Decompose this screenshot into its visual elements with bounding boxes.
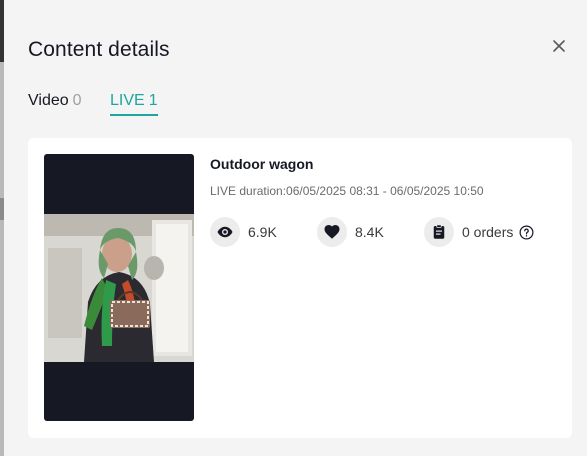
stat-likes-value: 8.4K — [355, 224, 384, 240]
close-button[interactable] — [549, 36, 569, 56]
tab-live-count: 1 — [148, 92, 158, 109]
tab-video[interactable]: Video 0 — [28, 92, 82, 110]
stat-orders-value: 0 orders — [462, 224, 514, 240]
stat-views: 6.9K — [210, 216, 277, 248]
eye-icon — [210, 217, 240, 247]
close-icon — [553, 40, 565, 52]
stat-views-value: 6.9K — [248, 224, 277, 240]
tab-video-label: Video — [28, 92, 69, 109]
help-circle-icon[interactable] — [519, 225, 534, 240]
stat-orders: 0 orders — [424, 216, 534, 248]
tab-live[interactable]: LIVE 1 — [110, 92, 158, 116]
clipboard-icon — [424, 217, 454, 247]
live-title: Outdoor wagon — [210, 156, 314, 172]
live-duration: LIVE duration:06/05/2025 08:31 - 06/05/2… — [210, 184, 484, 198]
live-thumbnail[interactable] — [44, 154, 194, 421]
live-card: Outdoor wagon LIVE duration:06/05/2025 0… — [28, 138, 572, 438]
tab-video-count: 0 — [72, 92, 82, 109]
thumbnail-image — [44, 214, 194, 362]
panel-title: Content details — [28, 38, 170, 61]
tab-live-label: LIVE — [110, 92, 145, 109]
heart-icon — [317, 217, 347, 247]
stat-likes: 8.4K — [317, 216, 384, 248]
content-details-panel: Content details Video 0 LIVE 1 Outdoor w… — [4, 0, 587, 456]
